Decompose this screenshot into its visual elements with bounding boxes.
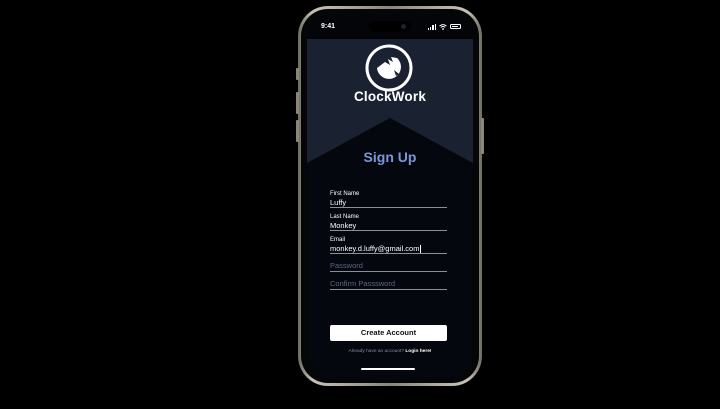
last-name-input[interactable]: Monkey — [330, 221, 447, 230]
email-input-row[interactable]: monkey.d.luffy@gmail.com — [330, 244, 447, 254]
login-link[interactable]: Login here! — [405, 349, 431, 354]
first-name-field[interactable]: First Name Luffy — [330, 191, 447, 208]
email-label: Email — [330, 237, 346, 243]
password-input[interactable]: Password — [330, 261, 447, 271]
first-name-label: First Name — [330, 191, 360, 197]
email-input[interactable]: monkey.d.luffy@gmail.com — [330, 244, 419, 253]
last-name-field[interactable]: Last Name Monkey — [330, 214, 447, 231]
last-name-label: Last Name — [330, 214, 360, 220]
status-icons — [427, 23, 461, 30]
confirm-password-field[interactable]: Confirm Passsword — [330, 279, 447, 290]
page-title: Sign Up — [363, 149, 417, 165]
volume-up-button — [296, 92, 299, 114]
power-button — [481, 118, 484, 154]
home-indicator[interactable] — [361, 368, 415, 370]
text-cursor — [420, 245, 422, 254]
phone-screen: 9:41 ClockWork Sign Up First Name Luffy … — [307, 15, 473, 377]
login-prompt-text: Already have an account? — [348, 349, 404, 354]
signal-icon — [427, 23, 436, 30]
confirm-password-input[interactable]: Confirm Passsword — [330, 279, 447, 289]
app-name: ClockWork — [353, 89, 427, 104]
battery-icon — [450, 24, 461, 29]
status-time: 9:41 — [321, 23, 336, 30]
wifi-icon — [439, 23, 447, 30]
first-name-input[interactable]: Luffy — [330, 198, 447, 207]
action-button — [296, 68, 299, 80]
camera-icon — [401, 24, 406, 29]
status-bar: 9:41 — [307, 15, 473, 39]
password-field[interactable]: Password — [330, 261, 447, 272]
login-prompt-row: Already have an account? Login here! — [307, 349, 473, 354]
phone-frame: 9:41 ClockWork Sign Up First Name Luffy … — [296, 6, 484, 386]
dynamic-island — [369, 21, 411, 32]
email-field[interactable]: Email monkey.d.luffy@gmail.com — [330, 237, 447, 255]
volume-down-button — [296, 120, 299, 142]
create-account-button[interactable]: Create Account — [330, 325, 447, 341]
clock-fox-logo-icon — [364, 43, 414, 93]
